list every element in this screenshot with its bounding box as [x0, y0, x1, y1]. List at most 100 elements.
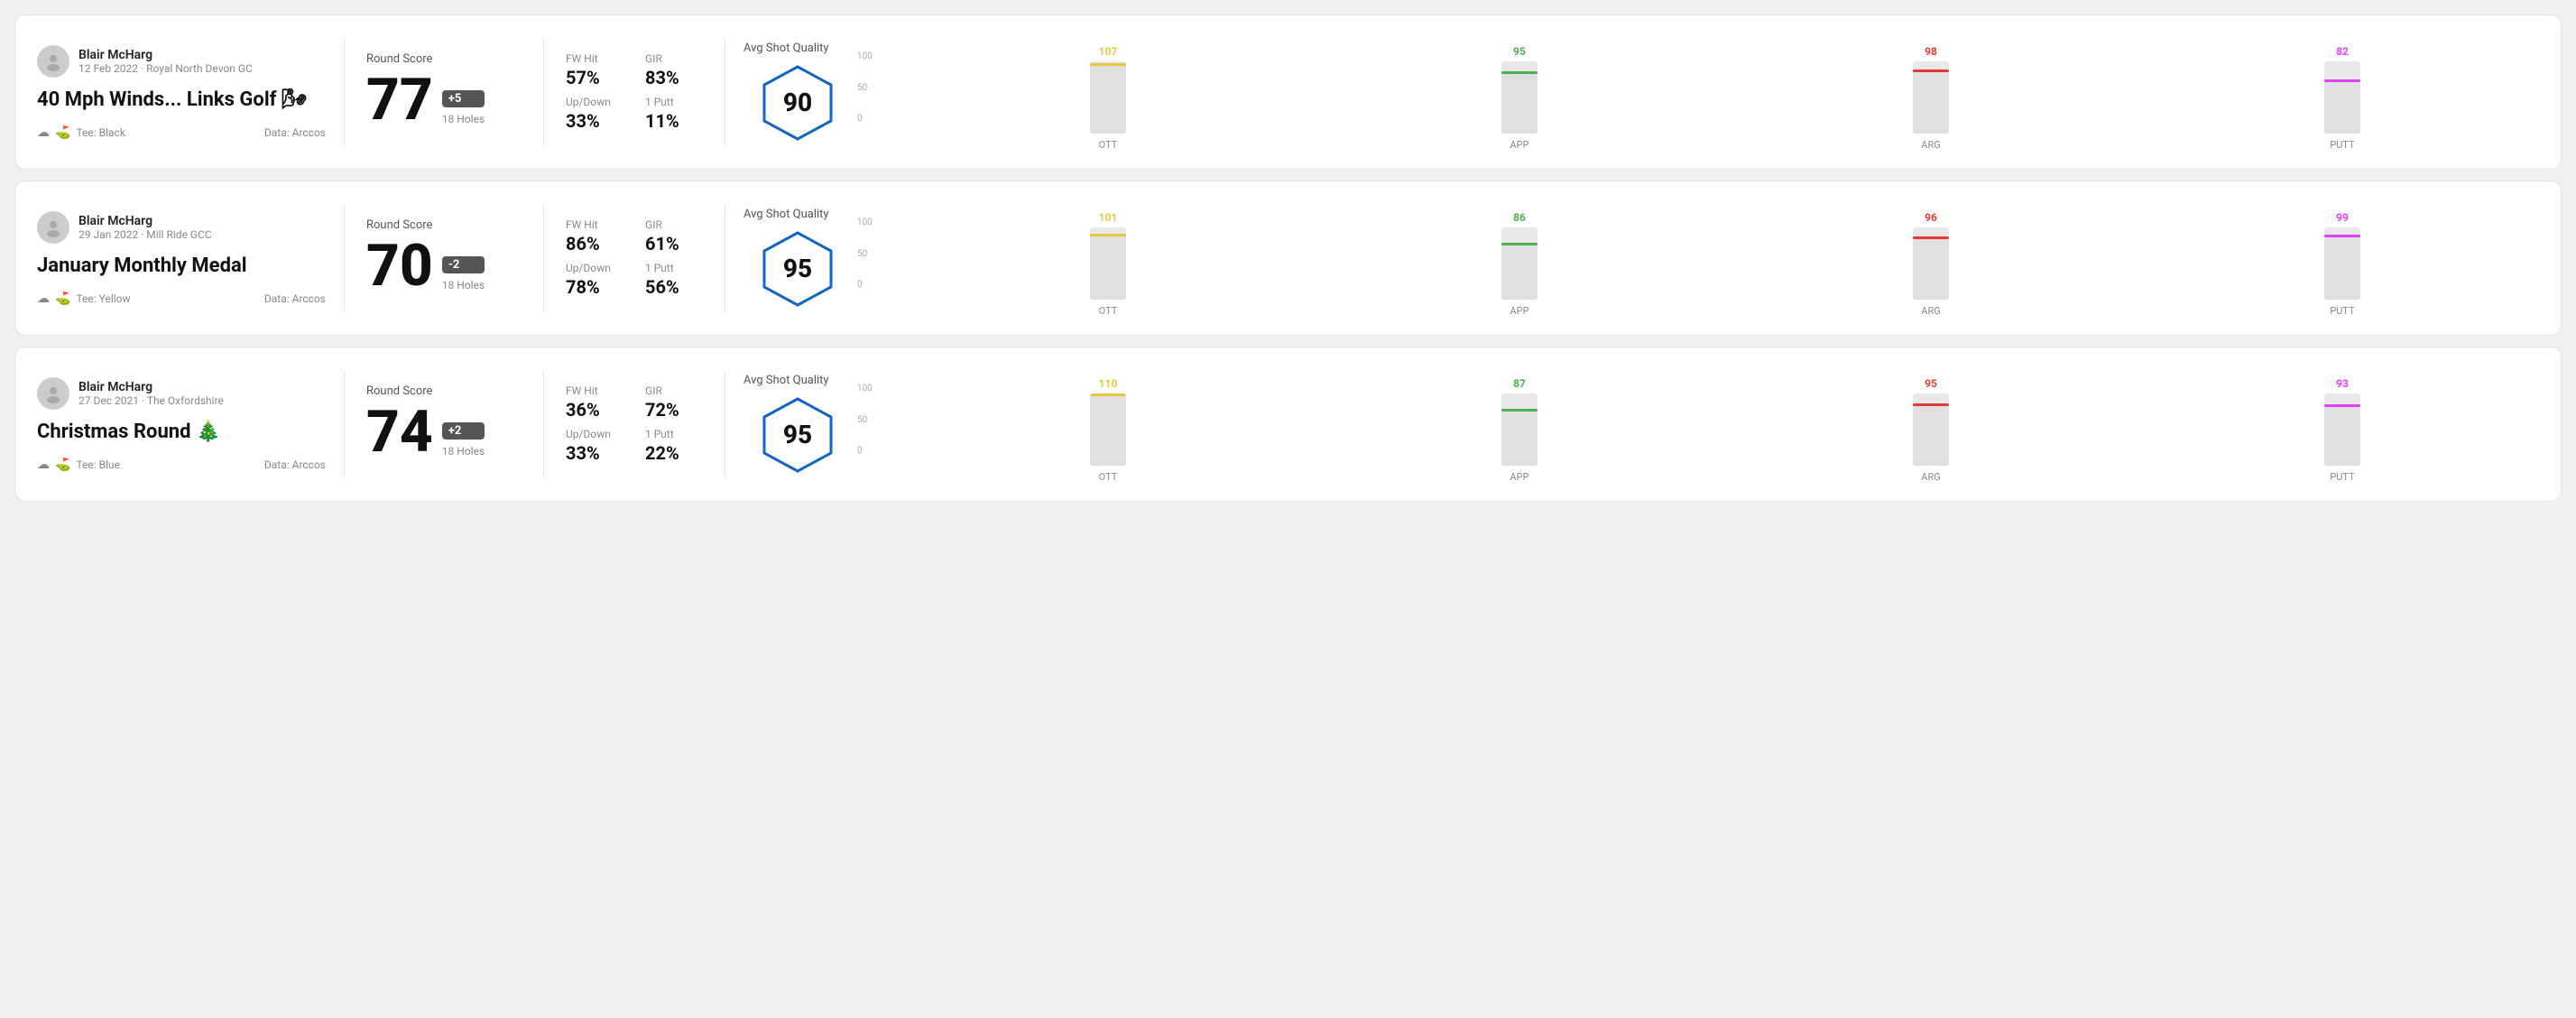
chart-section: 100500110OTT87APP95ARG93PUTT: [870, 366, 2539, 483]
score-number: 74: [366, 403, 433, 461]
bar-fill: [2324, 79, 2360, 134]
y-label: 100: [857, 51, 873, 61]
bar-group-ott: 101OTT: [911, 211, 1305, 317]
score-section: Round Score77+518 Holes: [345, 52, 543, 133]
bar-fill: [1913, 69, 1949, 134]
stat-gir: GIR61%: [645, 218, 703, 255]
bar-x-label: ARG: [1921, 471, 1940, 483]
card-left-section: Blair McHarg27 Dec 2021 · The Oxfordshir…: [37, 377, 344, 472]
bar-group-app: 95APP: [1323, 45, 1716, 151]
stat-updown-label: Up/Down: [566, 262, 623, 274]
stat-fw-hit: FW Hit57%: [566, 52, 623, 88]
y-label: 50: [857, 83, 873, 93]
avatar: [37, 211, 69, 244]
bar-line: [1501, 71, 1537, 74]
bar-value-label: 107: [1099, 45, 1118, 58]
stats-section: FW Hit36%GIR72%Up/Down33%1 Putt22%: [544, 384, 725, 464]
bar-x-label: APP: [1510, 471, 1528, 483]
stats-section: FW Hit86%GIR61%Up/Down78%1 Putt56%: [544, 218, 725, 298]
stat-one-putt-label: 1 Putt: [645, 96, 703, 108]
score-badge: -2: [442, 256, 485, 273]
bar-fill: [1090, 234, 1126, 300]
stat-gir-value: 72%: [645, 399, 703, 421]
user-details: Blair McHarg12 Feb 2022 · Royal North De…: [78, 48, 253, 75]
tee-label: Tee: Yellow: [76, 292, 130, 305]
bar-line: [2324, 79, 2360, 82]
quality-score: 90: [783, 88, 812, 117]
bar-group-app: 87APP: [1323, 377, 1716, 483]
stat-updown-value: 33%: [566, 110, 623, 132]
holes-label: 18 Holes: [442, 279, 485, 292]
bar-line: [2324, 404, 2360, 407]
bar-chart: 101OTT 86 APP 96ARG99PUTT: [911, 199, 2539, 317]
round-score-label: Round Score: [366, 218, 522, 232]
round-title: January Monthly Medal: [37, 255, 326, 277]
bar-fill: [1090, 63, 1126, 134]
quality-label: Avg Shot Quality: [743, 374, 829, 387]
score-badge: +5: [442, 90, 485, 107]
score-row: 77+518 Holes: [366, 71, 522, 129]
bar-group-app: 86 APP: [1323, 211, 1716, 317]
bar-wrapper: [1501, 227, 1537, 300]
round-card: Blair McHarg12 Feb 2022 · Royal North De…: [14, 14, 2562, 170]
chart-y-labels: 100500: [857, 217, 873, 290]
score-section: Round Score70-218 Holes: [345, 218, 543, 299]
bar-group-putt: 99PUTT: [2146, 211, 2539, 317]
cloud-icon: ☁: [37, 458, 50, 472]
chart-wrapper: 100500107OTT95APP98ARG82PUTT: [884, 33, 2539, 151]
bar-group-putt: 82PUTT: [2146, 45, 2539, 151]
user-info: Blair McHarg29 Jan 2022 · Mill Ride GCC: [37, 211, 326, 244]
bar-group-arg: 95ARG: [1734, 377, 2128, 483]
stat-gir-label: GIR: [645, 52, 703, 65]
bar-value-label: 93: [2336, 377, 2349, 390]
user-date-course: 12 Feb 2022 · Royal North Devon GC: [78, 62, 253, 75]
stat-gir-label: GIR: [645, 384, 703, 397]
bar-x-label: PUTT: [2330, 471, 2354, 483]
score-row: 74+218 Holes: [366, 403, 522, 461]
bag-icon: ⛳: [55, 292, 70, 306]
holes-label: 18 Holes: [442, 113, 485, 125]
bar-group-arg: 96ARG: [1734, 211, 2128, 317]
bar-fill: [1913, 236, 1949, 300]
bar-x-label: OTT: [1099, 305, 1118, 317]
score-section: Round Score74+218 Holes: [345, 384, 543, 465]
bar-x-label: ARG: [1921, 139, 1940, 151]
bar-line: [2324, 235, 2360, 237]
chart-y-labels: 100 50 0: [857, 51, 873, 124]
bag-icon: ⛳: [55, 125, 70, 140]
y-label: 0: [857, 114, 873, 124]
avatar: [37, 45, 69, 78]
chart-wrapper: 100500110OTT87APP95ARG93PUTT: [884, 366, 2539, 483]
score-badge: +2: [442, 422, 485, 440]
hexagon-container: 90: [757, 62, 838, 143]
bar-x-label: APP: [1510, 139, 1528, 151]
stat-gir: GIR 72%: [645, 384, 703, 421]
cloud-icon: ☁: [37, 125, 50, 140]
bar-wrapper: [1090, 61, 1126, 134]
y-label: 100: [857, 217, 873, 227]
bar-line: [1913, 236, 1949, 239]
bar-line: [1090, 234, 1126, 236]
stat-one-putt-value: 11%: [645, 110, 703, 132]
user-details: Blair McHarg29 Jan 2022 · Mill Ride GCC: [78, 214, 212, 241]
stat-fw-hit-label: FW Hit: [566, 218, 623, 231]
bar-line: [1913, 403, 1949, 406]
user-details: Blair McHarg27 Dec 2021 · The Oxfordshir…: [78, 380, 224, 407]
bar-value-label: 86: [1513, 211, 1526, 224]
stat-fw-hit: FW Hit86%: [566, 218, 623, 255]
y-label: 0: [857, 280, 873, 290]
quality-section: Avg Shot Quality 90: [725, 42, 870, 143]
bar-fill: [2324, 235, 2360, 300]
bar-x-label: APP: [1510, 305, 1528, 317]
bar-x-label: ARG: [1921, 305, 1940, 317]
stat-gir-label: GIR: [645, 218, 703, 231]
stat-one-putt: 1 Putt 11%: [645, 96, 703, 132]
tee-label: Tee: Black: [76, 126, 125, 139]
y-label: 0: [857, 446, 873, 456]
round-score-label: Round Score: [366, 52, 522, 66]
round-title: 40 Mph Winds... Links Golf 🌬: [37, 88, 326, 111]
chart-wrapper: 100500101OTT86APP96ARG99PUTT: [884, 199, 2539, 317]
user-name: Blair McHarg: [78, 380, 224, 394]
user-info: Blair McHarg27 Dec 2021 · The Oxfordshir…: [37, 377, 326, 410]
stat-updown: Up/Down78%: [566, 262, 623, 298]
